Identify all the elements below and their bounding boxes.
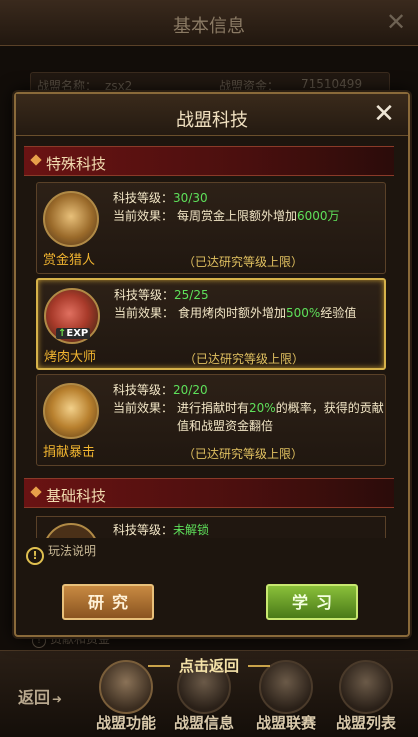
rules-link[interactable]: ! 玩法说明 bbox=[26, 542, 96, 565]
armor-icon bbox=[339, 660, 393, 714]
background-title: 基本信息 bbox=[173, 16, 245, 37]
tech-name: 烤肉大师 bbox=[44, 350, 97, 365]
tech-effect: 当前效果： 食用烤肉时额外增加500%经验值 bbox=[114, 306, 357, 320]
tech-status: （已达研究等级上限） bbox=[184, 352, 305, 366]
tech-icon bbox=[43, 523, 99, 538]
tech-card-bounty-hunter[interactable]: 赏金猎人 科技等级：30/30 当前效果： 每周赏金上限额外增加6000万 （已… bbox=[36, 182, 386, 274]
diamond-bullet-icon bbox=[30, 486, 42, 498]
close-icon[interactable]: ✕ bbox=[372, 101, 396, 127]
alliance-funds-value: 71510499 bbox=[301, 77, 363, 91]
bounty-hunter-icon bbox=[43, 191, 99, 247]
diamond-bullet-icon bbox=[30, 154, 42, 166]
back-button[interactable]: 返回 ➜ bbox=[18, 684, 62, 708]
exp-badge: ↑EXP bbox=[56, 328, 91, 339]
tech-effect: 当前效果： 进行捐献时有20%的概率，获得的贡献值和战盟资金翻倍 bbox=[113, 401, 384, 433]
research-button[interactable]: 研究 bbox=[62, 584, 154, 620]
learn-button[interactable]: 学习 bbox=[266, 584, 358, 620]
tech-card-roast-master[interactable]: ↑EXP 烤肉大师 科技等级：25/25 当前效果： 食用烤肉时额外增加500%… bbox=[36, 278, 386, 370]
tech-level: 科技等级：25/25 bbox=[114, 288, 209, 302]
tech-name: 捐献暴击 bbox=[43, 445, 96, 460]
tab-alliance-list[interactable]: 战盟列表 bbox=[326, 660, 406, 736]
donation-crit-icon bbox=[43, 383, 99, 439]
tech-card-basic-preview[interactable]: 科技等级：未解锁 bbox=[36, 516, 386, 538]
tech-name: 赏金猎人 bbox=[43, 253, 96, 268]
tech-effect: 当前效果： 每周赏金上限额外增加6000万 bbox=[113, 209, 340, 223]
exclamation-icon: ! bbox=[26, 547, 44, 565]
modal-title: 战盟科技 bbox=[176, 110, 248, 131]
alliance-tech-modal: 战盟科技 ✕ 特殊科技 赏金猎人 科技等级：30/30 当前效果： 每周赏金上限… bbox=[14, 92, 410, 637]
tech-status: （已达研究等级上限） bbox=[183, 447, 304, 461]
tech-level: 科技等级：未解锁 bbox=[113, 523, 210, 537]
background-close-icon: ✕ bbox=[385, 8, 407, 36]
tech-status: （已达研究等级上限） bbox=[183, 255, 304, 269]
tech-card-donation-crit[interactable]: 捐献暴击 科技等级：20/20 当前效果： 进行捐献时有20%的概率，获得的贡献… bbox=[36, 374, 386, 466]
tech-level: 科技等级：20/20 bbox=[113, 383, 208, 397]
tech-level: 科技等级：30/30 bbox=[113, 191, 208, 205]
section-special-tech[interactable]: 特殊科技 bbox=[24, 146, 394, 176]
section-basic-tech[interactable]: 基础科技 bbox=[24, 478, 394, 508]
alliance-name-value: zsx2 bbox=[105, 79, 133, 93]
back-arrow-icon: ➜ bbox=[52, 692, 63, 706]
tap-to-return[interactable]: 点击返回 bbox=[128, 655, 290, 676]
